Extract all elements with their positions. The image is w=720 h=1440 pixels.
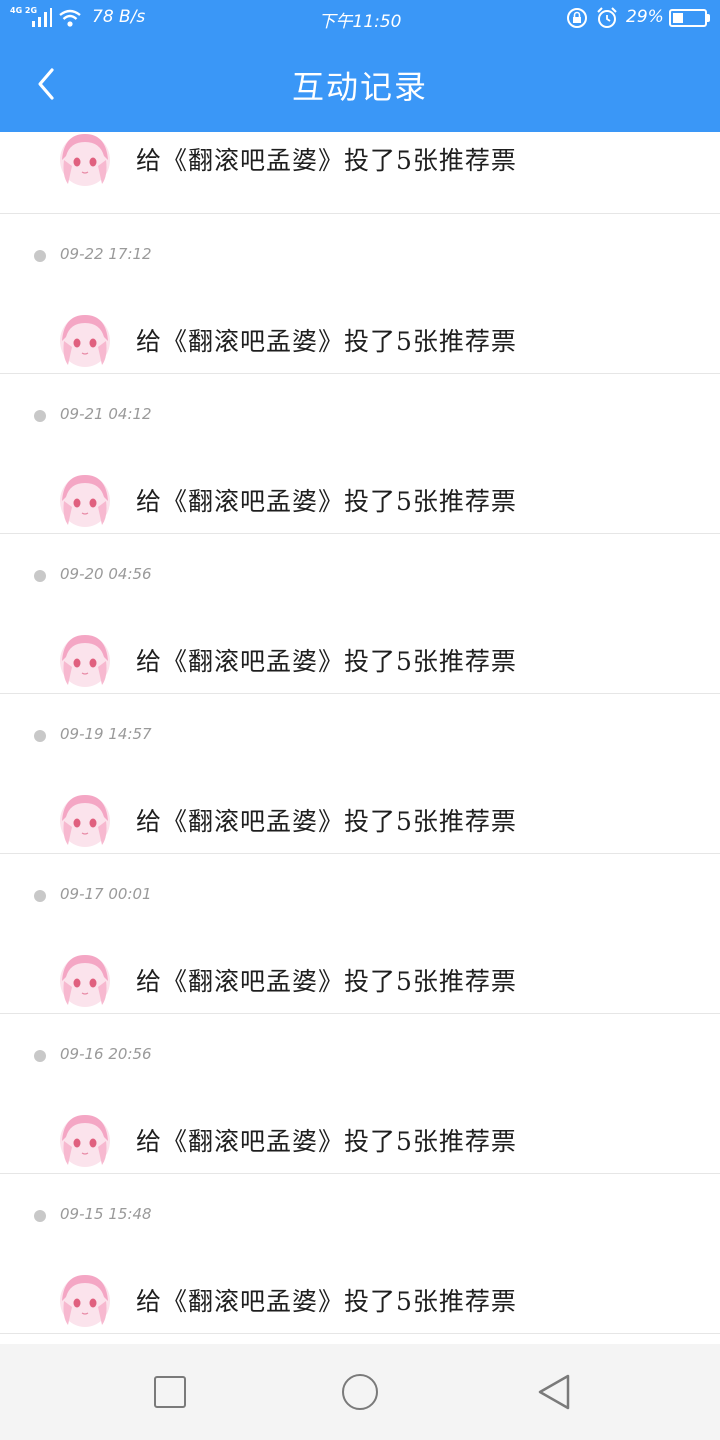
record-time: 09-22 17:12	[60, 245, 152, 263]
record-time: 09-16 20:56	[60, 1045, 152, 1063]
list-item[interactable]: 09-15 15:48 给《翻滚吧孟婆》投了5张推荐票	[0, 1174, 720, 1334]
record-text: 给《翻滚吧孟婆》投了5张推荐票	[136, 1127, 517, 1156]
list-item[interactable]: 09-19 14:57 给《翻滚吧孟婆》投了5张推荐票	[0, 694, 720, 854]
record-time: 09-19 14:57	[60, 725, 152, 743]
record-time: 09-17 00:01	[60, 885, 152, 903]
alarm-icon	[597, 7, 617, 28]
avatar[interactable]	[58, 132, 112, 188]
list-item[interactable]: 09-20 04:56 给《翻滚吧孟婆》投了5张推荐票	[0, 534, 720, 694]
avatar[interactable]	[58, 1271, 112, 1329]
record-time: 09-20 04:56	[60, 565, 152, 583]
avatar[interactable]	[58, 1111, 112, 1169]
timeline-dot	[34, 410, 46, 422]
timeline-dot	[34, 730, 46, 742]
battery-icon	[669, 9, 707, 27]
square-recent-apps-icon[interactable]	[154, 1376, 186, 1408]
rotation-lock-icon	[567, 8, 587, 28]
avatar[interactable]	[58, 311, 112, 369]
list-item[interactable]: 给《翻滚吧孟婆》投了5张推荐票	[0, 132, 720, 214]
timeline-dot	[34, 890, 46, 902]
record-text: 给《翻滚吧孟婆》投了5张推荐票	[136, 647, 517, 676]
avatar[interactable]	[58, 471, 112, 529]
avatar[interactable]	[58, 631, 112, 689]
timeline-dot	[34, 570, 46, 582]
triangle-back-icon[interactable]	[536, 1372, 572, 1412]
record-text: 给《翻滚吧孟婆》投了5张推荐票	[136, 146, 517, 175]
timeline-dot	[34, 250, 46, 262]
record-text: 给《翻滚吧孟婆》投了5张推荐票	[136, 807, 517, 836]
list-item[interactable]: 09-16 20:56 给《翻滚吧孟婆》投了5张推荐票	[0, 1014, 720, 1174]
record-text: 给《翻滚吧孟婆》投了5张推荐票	[136, 487, 517, 516]
list-item[interactable]: 09-22 17:12 给《翻滚吧孟婆》投了5张推荐票	[0, 214, 720, 374]
list-item[interactable]: 09-21 04:12 给《翻滚吧孟婆》投了5张推荐票	[0, 374, 720, 534]
battery-tip	[707, 14, 710, 22]
record-time: 09-21 04:12	[60, 405, 152, 423]
avatar[interactable]	[58, 951, 112, 1009]
battery-percent: 29%	[626, 7, 664, 27]
record-text: 给《翻滚吧孟婆》投了5张推荐票	[136, 327, 517, 356]
circle-home-icon[interactable]	[342, 1374, 378, 1410]
header-bar: 互动记录	[0, 36, 720, 132]
records-list[interactable]: 给《翻滚吧孟婆》投了5张推荐票 09-22 17:12 给《翻滚吧孟婆》投了5张推荐…	[0, 132, 720, 1344]
record-text: 给《翻滚吧孟婆》投了5张推荐票	[136, 967, 517, 996]
record-text: 给《翻滚吧孟婆》投了5张推荐票	[136, 1287, 517, 1316]
status-bar: 4G 2G 78 B/s 下午11:50 29%	[0, 0, 720, 36]
page-title: 互动记录	[291, 68, 428, 106]
avatar[interactable]	[58, 791, 112, 849]
timeline-dot	[34, 1210, 46, 1222]
timeline-dot	[34, 1050, 46, 1062]
list-item[interactable]: 09-17 00:01 给《翻滚吧孟婆》投了5张推荐票	[0, 854, 720, 1014]
system-navigation-bar	[0, 1344, 720, 1440]
record-time: 09-15 15:48	[60, 1205, 152, 1223]
